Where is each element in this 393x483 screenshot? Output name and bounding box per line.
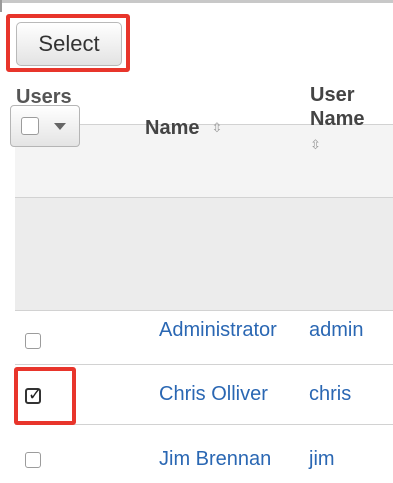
caret-down-icon[interactable]	[54, 123, 66, 130]
user-name-link[interactable]: Administrator	[159, 319, 277, 342]
user-username-link[interactable]: admin	[309, 319, 363, 342]
user-username-link[interactable]: jim	[309, 448, 335, 471]
row-checkbox[interactable]	[25, 452, 41, 468]
sort-icon[interactable]: ⇳	[310, 133, 364, 157]
column-header-user-name-line2: Name	[310, 108, 365, 130]
header-bottom-border	[15, 310, 393, 311]
column-header-name[interactable]: Name ⇳	[145, 117, 222, 140]
user-name-link[interactable]: Chris Olliver	[159, 383, 268, 406]
user-name-link[interactable]: Jim Brennan	[159, 448, 271, 471]
users-table	[15, 124, 393, 483]
highlight-row-checkbox	[14, 367, 76, 425]
column-header-name-label: Name	[145, 117, 200, 139]
column-header-user-name[interactable]: User Name ⇳	[310, 83, 364, 157]
row-divider	[15, 364, 393, 365]
top-divider	[0, 0, 393, 3]
user-username-link[interactable]: chris	[309, 383, 351, 406]
checkbox-icon[interactable]	[21, 117, 39, 135]
left-edge-line	[0, 0, 2, 12]
sort-icon[interactable]: ⇳	[211, 120, 222, 135]
column-header-user-name-line1: User	[310, 84, 355, 106]
mass-select-dropdown[interactable]	[10, 105, 80, 147]
row-checkbox[interactable]	[25, 333, 41, 349]
table-header-row	[15, 198, 393, 310]
highlight-select-button	[6, 14, 130, 72]
